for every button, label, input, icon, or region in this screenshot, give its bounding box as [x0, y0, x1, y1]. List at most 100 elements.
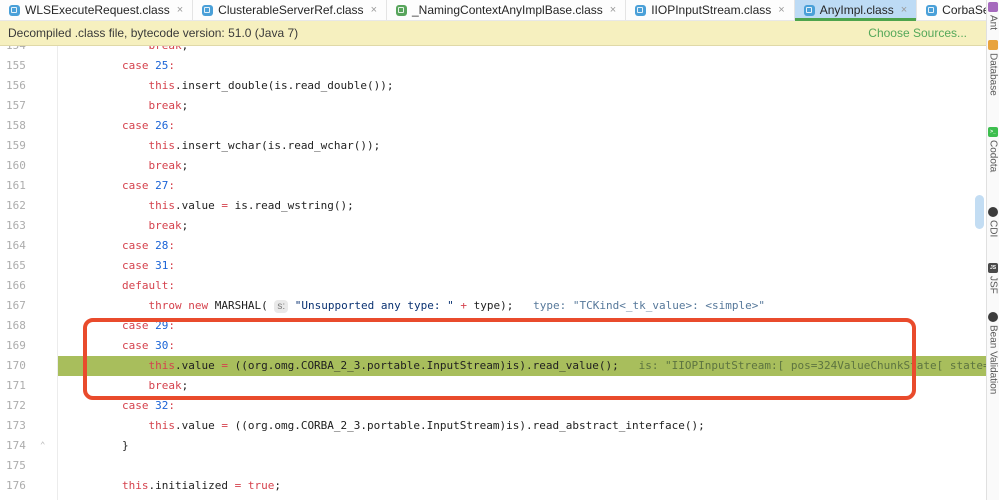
class-file-icon — [202, 4, 214, 16]
code-line[interactable]: 175 — [0, 456, 987, 476]
code-line[interactable]: 158 case 26: — [0, 116, 987, 136]
line-number: 171 — [0, 376, 58, 396]
code-editor[interactable]: 154 break;155 case 25:156 this.insert_do… — [0, 46, 987, 500]
tab-list: WLSExecuteRequest.class × ClusterableServe… — [0, 0, 999, 21]
code-text: } — [69, 439, 129, 452]
code-line[interactable]: 172 case 32: — [0, 396, 987, 416]
tool-window-button-database[interactable]: Database — [987, 40, 999, 96]
close-tab-icon[interactable]: × — [371, 4, 377, 16]
code-text: case 32: — [121, 399, 175, 412]
code-line[interactable]: 163 break; — [0, 216, 987, 236]
line-number: 174 ⌃ — [0, 436, 58, 456]
tab--namingcontextanyimplbase-class[interactable]: _NamingContextAnyImplBase.class × — [387, 0, 627, 20]
choose-sources-link[interactable]: Choose Sources... — [868, 26, 967, 40]
code-line[interactable]: 173 this.value = ((org.omg.CORBA_2_3.por… — [0, 416, 987, 436]
line-number: 157 — [0, 96, 58, 116]
tool-window-button-codota[interactable]: >_ Codota — [987, 127, 999, 172]
line-number: 160 — [0, 156, 58, 176]
code-line[interactable]: 177⌃ } — [0, 496, 987, 500]
code-text: this.value = ((org.omg.CORBA_2_3.portabl… — [58, 356, 987, 376]
tool-window-button-bean-validation[interactable]: Bean Validation — [987, 312, 999, 394]
line-number: 156 — [0, 76, 58, 96]
code-line[interactable]: 176 this.initialized = true; — [0, 476, 987, 496]
line-number: 167 — [0, 296, 58, 316]
debugger-inline-value: is: "IIOPInputStream:[ pos=324ValueChunk… — [618, 359, 987, 372]
code-line[interactable]: 174 ⌃ } — [0, 436, 987, 456]
tab-label: _NamingContextAnyImplBase.class — [412, 3, 603, 17]
line-number: 175 — [0, 456, 58, 476]
tab-label: ClusterableServerRef.class — [218, 3, 364, 17]
editor-scrollbar-thumb[interactable] — [975, 195, 984, 229]
code-text: break; — [148, 99, 189, 112]
codota-icon: >_ — [988, 127, 998, 137]
ant-icon — [988, 2, 998, 12]
right-tool-window-stripe: Ant Database >_ Codota CDI JS JSF Bean Validati… — [986, 0, 999, 500]
code-text: case 31: — [121, 259, 175, 272]
tool-window-button-jsf[interactable]: JS JSF — [987, 263, 999, 294]
close-tab-icon[interactable]: × — [177, 4, 183, 16]
tool-window-label: JSF — [987, 276, 999, 294]
fold-marker-icon[interactable]: ⌃ — [40, 496, 45, 500]
line-number: 158 — [0, 116, 58, 136]
code-line[interactable]: 166 default: — [0, 276, 987, 296]
tool-window-label: Codota — [987, 140, 999, 173]
code-text: break; — [148, 159, 189, 172]
tab-iiopinputstream-class[interactable]: IIOPInputStream.class × — [626, 0, 795, 20]
code-line[interactable]: 165 case 31: — [0, 256, 987, 276]
line-number: 176 — [0, 476, 58, 496]
editor-tab-bar: WLSExecuteRequest.class × ClusterableServe… — [0, 0, 999, 21]
code-line[interactable]: 154 break; — [0, 46, 987, 56]
close-tab-icon[interactable]: × — [901, 4, 907, 16]
code-text: case 30: — [121, 339, 175, 352]
tool-window-button-cdi[interactable]: CDI — [987, 207, 999, 237]
close-tab-icon[interactable]: × — [610, 4, 616, 16]
code-lines: 154 break;155 case 25:156 this.insert_do… — [0, 46, 987, 500]
code-line[interactable]: 155 case 25: — [0, 56, 987, 76]
class-file-icon — [803, 4, 815, 16]
tab-anyimpl-class[interactable]: AnyImpl.class × — [794, 0, 918, 21]
code-line[interactable]: 159 this.insert_wchar(is.read_wchar()); — [0, 136, 987, 156]
tab-clusterableserverref-class[interactable]: ClusterableServerRef.class × — [193, 0, 387, 20]
code-text: case 26: — [121, 119, 175, 132]
cdi-icon — [988, 207, 998, 217]
code-line[interactable]: 168 case 29: — [0, 316, 987, 336]
code-line[interactable]: 160 break; — [0, 156, 987, 176]
tab-label: IIOPInputStream.class — [651, 3, 772, 17]
database-icon — [988, 40, 998, 50]
class-file-icon — [635, 4, 647, 16]
code-text: break; — [58, 46, 987, 56]
code-line[interactable]: 156 this.insert_double(is.read_double())… — [0, 76, 987, 96]
tab-label: AnyImpl.class — [819, 3, 894, 17]
line-number: 155 — [0, 56, 58, 76]
debugger-inline-value: type: "TCKind<_tk_value>: <simple>" — [513, 299, 765, 312]
tool-window-label: CDI — [987, 220, 999, 238]
code-text: case 29: — [121, 319, 175, 332]
code-line[interactable]: 157 break; — [0, 96, 987, 116]
code-text: this.value = is.read_wstring(); — [148, 199, 354, 212]
close-tab-icon[interactable]: × — [778, 4, 784, 16]
code-line[interactable]: 162 this.value = is.read_wstring(); — [0, 196, 987, 216]
line-number: 177⌃ — [0, 496, 58, 500]
line-number: 161 — [0, 176, 58, 196]
code-line[interactable]: 161 case 27: — [0, 176, 987, 196]
code-line[interactable]: 167 throw new MARSHAL( s: "Unsupported a… — [0, 296, 987, 316]
class-file-icon — [926, 4, 938, 16]
code-line[interactable]: 164 case 28: — [0, 236, 987, 256]
tab-label: WLSExecuteRequest.class — [25, 3, 170, 17]
code-line[interactable]: 171 break; — [0, 376, 987, 396]
decompiler-banner-message: Decompiled .class file, bytecode version… — [8, 25, 299, 40]
code-text: this.insert_wchar(is.read_wchar()); — [148, 139, 381, 152]
code-text: throw new MARSHAL( s: "Unsupported any t… — [148, 299, 765, 313]
code-line[interactable]: 169 case 30: — [0, 336, 987, 356]
tool-window-button-ant[interactable]: Ant — [987, 2, 999, 30]
tab-wlsexecuterequest-class[interactable]: WLSExecuteRequest.class × — [0, 0, 194, 20]
execution-line[interactable]: 170 this.value = ((org.omg.CORBA_2_3.por… — [0, 356, 987, 376]
fold-marker-icon[interactable]: ⌃ — [40, 436, 45, 456]
parameter-hint: s: — [274, 300, 289, 313]
line-number: 169 — [0, 336, 58, 356]
class-file-icon — [396, 4, 407, 16]
tool-window-label: Bean Validation — [987, 325, 999, 395]
line-number: 168 — [0, 316, 58, 336]
line-number: 163 — [0, 216, 58, 236]
code-text: this.insert_double(is.read_double()); — [148, 79, 394, 92]
